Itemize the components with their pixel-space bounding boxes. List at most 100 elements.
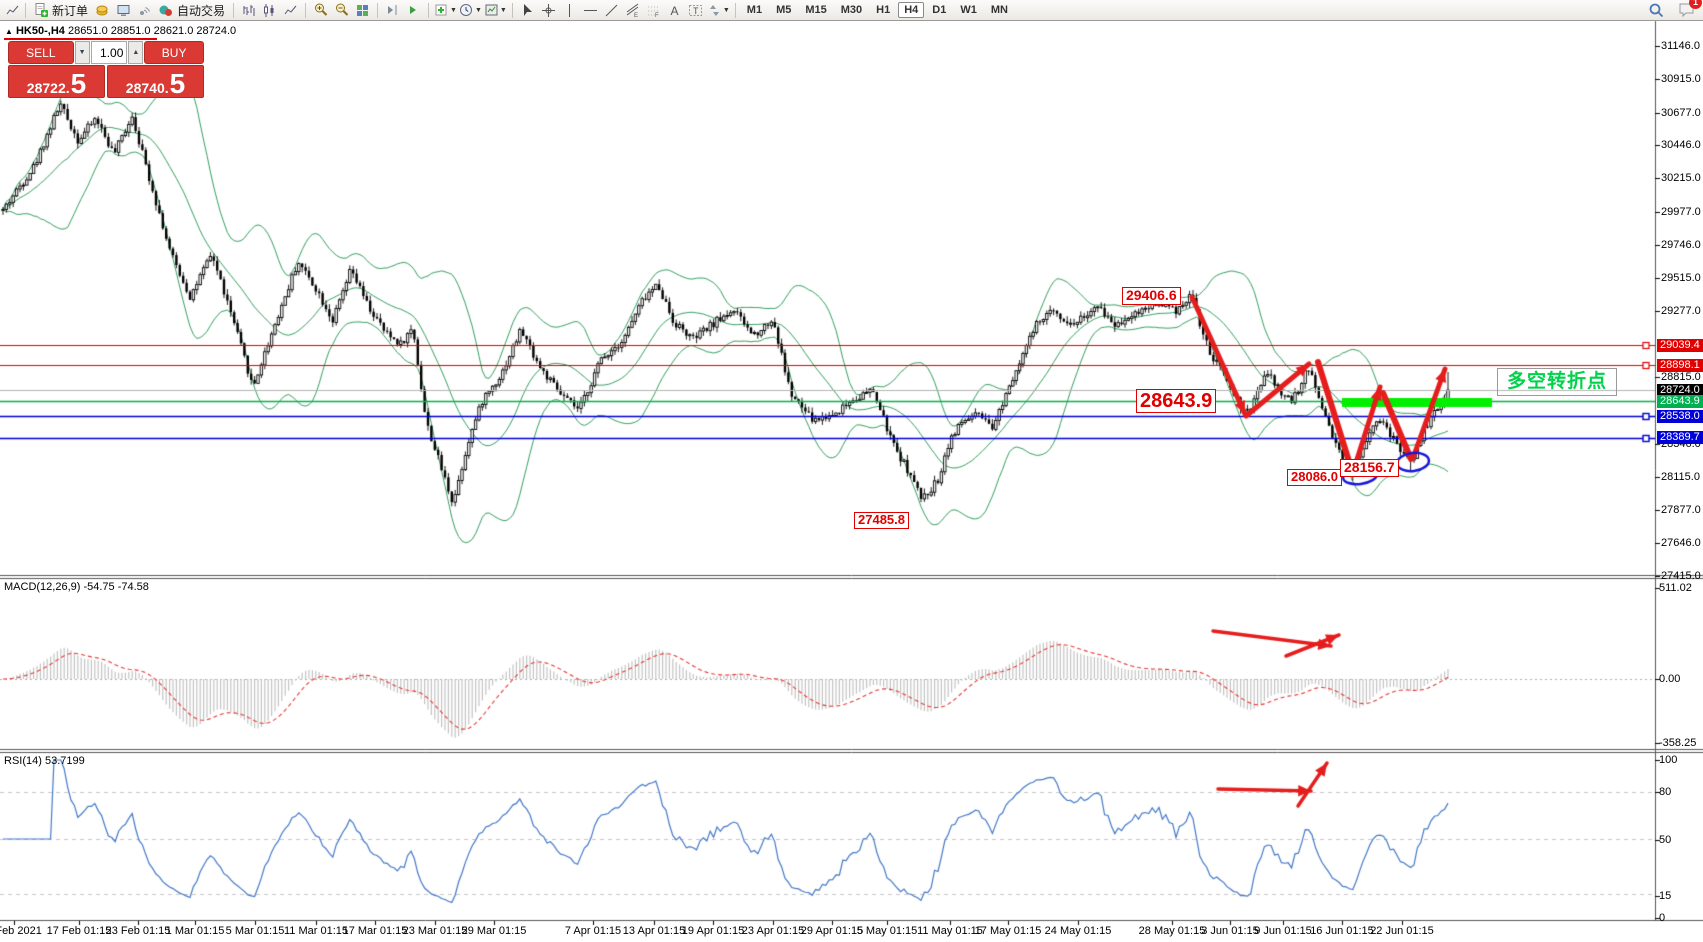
time-tick-label: 17 May 01:15 (975, 925, 1042, 937)
timeframe-group: M1M5M15M30H1H4D1W1MN (740, 2, 1015, 18)
chart-shift-icon[interactable] (383, 1, 402, 19)
sell-price-display[interactable]: 28722.5 (8, 65, 105, 98)
price-tick-label: 30446.0 (1661, 139, 1701, 151)
candlestick-chart-icon[interactable] (260, 1, 279, 19)
clipped-chart-icon[interactable] (1, 1, 20, 19)
price-annotation[interactable]: 29406.6 (1122, 287, 1181, 305)
auto-trading-label[interactable]: 自动交易 (177, 2, 225, 19)
timeframe-M5[interactable]: M5 (770, 2, 797, 18)
timeframe-M30[interactable]: M30 (835, 2, 868, 18)
time-tick-label: 16 Jun 01:15 (1310, 925, 1374, 937)
crosshair-icon[interactable] (539, 1, 558, 19)
toolbar-separator (305, 3, 306, 18)
time-tick-label: 1 Mar 01:15 (166, 925, 225, 937)
price-tick-label: 29277.0 (1661, 305, 1701, 317)
auto-scroll-icon[interactable] (404, 1, 423, 19)
coins-icon[interactable] (93, 1, 112, 19)
toolbar-separator (512, 3, 513, 18)
pivot-point-annotation[interactable]: 多空转折点 (1497, 368, 1617, 396)
new-order-icon[interactable] (31, 1, 50, 19)
horizontal-line-icon[interactable] (581, 1, 600, 19)
chevron-down-icon: ▼ (475, 7, 482, 14)
new-order-label[interactable]: 新订单 (52, 2, 88, 19)
vertical-line-icon[interactable] (560, 1, 579, 19)
text-icon[interactable]: A (665, 1, 684, 19)
price-tick-label: 30215.0 (1661, 172, 1701, 184)
price-tick-label: 27877.0 (1661, 504, 1701, 516)
periods-clock-icon[interactable]: ▼ (459, 1, 482, 19)
price-tick-label: 29515.0 (1661, 272, 1701, 284)
timeframe-M15[interactable]: M15 (799, 2, 832, 18)
chart-canvas[interactable] (0, 0, 1703, 942)
indicator-tick-label: 15 (1659, 890, 1671, 902)
svg-text:T: T (693, 6, 699, 16)
timeframe-W1[interactable]: W1 (954, 2, 983, 18)
price-annotation[interactable]: 28156.7 (1340, 459, 1399, 477)
collapse-triangle-icon[interactable]: ▲ (5, 27, 13, 36)
price-annotation[interactable]: 28086.0 (1287, 469, 1342, 486)
timeframe-H4[interactable]: H4 (898, 2, 924, 18)
timeframe-H1[interactable]: H1 (870, 2, 896, 18)
notifications-icon[interactable]: 1 (1677, 1, 1696, 19)
timeframe-M1[interactable]: M1 (741, 2, 768, 18)
time-tick-label: 17 Mar 01:15 (343, 925, 408, 937)
sell-price-pip: 5 (71, 73, 87, 95)
volume-increase-button[interactable]: ▲ (128, 41, 143, 64)
cursor-icon[interactable] (518, 1, 537, 19)
sell-button[interactable]: SELL (8, 41, 74, 64)
symbol-underline (4, 38, 157, 40)
indicator-tick-label: -358.25 (1659, 737, 1696, 749)
chart-template-icon[interactable]: ▼ (484, 1, 507, 19)
add-indicator-icon[interactable]: ▼ (434, 1, 457, 19)
indicator-tick-label: 0.00 (1659, 673, 1680, 685)
timeframe-MN[interactable]: MN (985, 2, 1014, 18)
ohlc-values: 28651.0 28851.0 28621.0 28724.0 (68, 25, 236, 37)
channel-grid-icon[interactable]: F (644, 1, 663, 19)
time-tick-label: 28 May 01:15 (1139, 925, 1206, 937)
timeframe-D1[interactable]: D1 (926, 2, 952, 18)
price-tick-label: 28115.0 (1661, 471, 1700, 483)
volume-decrease-button[interactable]: ▼ (75, 41, 90, 64)
price-tick-label: 31146.0 (1661, 40, 1700, 52)
time-tick-label: 5 May 01:15 (857, 925, 918, 937)
time-tick-label: 23 Feb 01:15 (106, 925, 171, 937)
time-tick-label: 7 Apr 01:15 (565, 925, 621, 937)
price-tick-label: 27646.0 (1661, 537, 1701, 549)
search-icon[interactable] (1647, 1, 1666, 19)
signal-icon[interactable] (135, 1, 154, 19)
time-tick-label: 29 Apr 01:15 (801, 925, 863, 937)
time-tick-label: 23 Mar 01:15 (403, 925, 468, 937)
price-tick-label: 27415.0 (1661, 570, 1701, 582)
time-tick-label: 24 May 01:15 (1045, 925, 1112, 937)
buy-price-main: 28740. (126, 81, 169, 95)
time-tick-label: 23 Apr 01:15 (742, 925, 804, 937)
trendline-icon[interactable] (602, 1, 621, 19)
price-axis-badge: 28898.1 (1657, 359, 1703, 372)
zoom-in-icon[interactable] (311, 1, 330, 19)
price-axis-badge: 29039.4 (1657, 339, 1703, 352)
chevron-down-icon: ▼ (450, 7, 457, 14)
line-chart-icon[interactable] (281, 1, 300, 19)
auto-trading-icon[interactable] (156, 1, 175, 19)
svg-text:A: A (670, 4, 678, 18)
fibonacci-icon[interactable]: E (623, 1, 642, 19)
price-tick-label: 30677.0 (1661, 107, 1701, 119)
price-axis-badge: 28389.7 (1657, 431, 1703, 444)
arrows-shapes-icon[interactable]: ▼ (707, 1, 730, 19)
price-annotation[interactable]: 27485.8 (854, 512, 909, 529)
chevron-down-icon: ▼ (723, 7, 730, 14)
buy-price-display[interactable]: 28740.5 (107, 65, 204, 98)
tile-windows-icon[interactable] (353, 1, 372, 19)
time-tick-label: 13 Apr 01:15 (623, 925, 685, 937)
terminal-icon[interactable] (114, 1, 133, 19)
zoom-out-icon[interactable] (332, 1, 351, 19)
main-toolbar: 新订单 自动交易 ▼ ▼ ▼ E F A T ▼ M1M5M15M30H1H4D… (0, 0, 1703, 21)
buy-button[interactable]: BUY (144, 41, 204, 64)
bar-chart-icon[interactable] (239, 1, 258, 19)
toolbar-separator (233, 3, 234, 18)
text-label-icon[interactable]: T (686, 1, 705, 19)
volume-input[interactable]: 1.00 (91, 41, 128, 64)
time-tick-label: 11 May 01:15 (917, 925, 983, 937)
time-tick-label: 8 Feb 2021 (0, 925, 42, 937)
price-annotation[interactable]: 28643.9 (1136, 389, 1216, 413)
